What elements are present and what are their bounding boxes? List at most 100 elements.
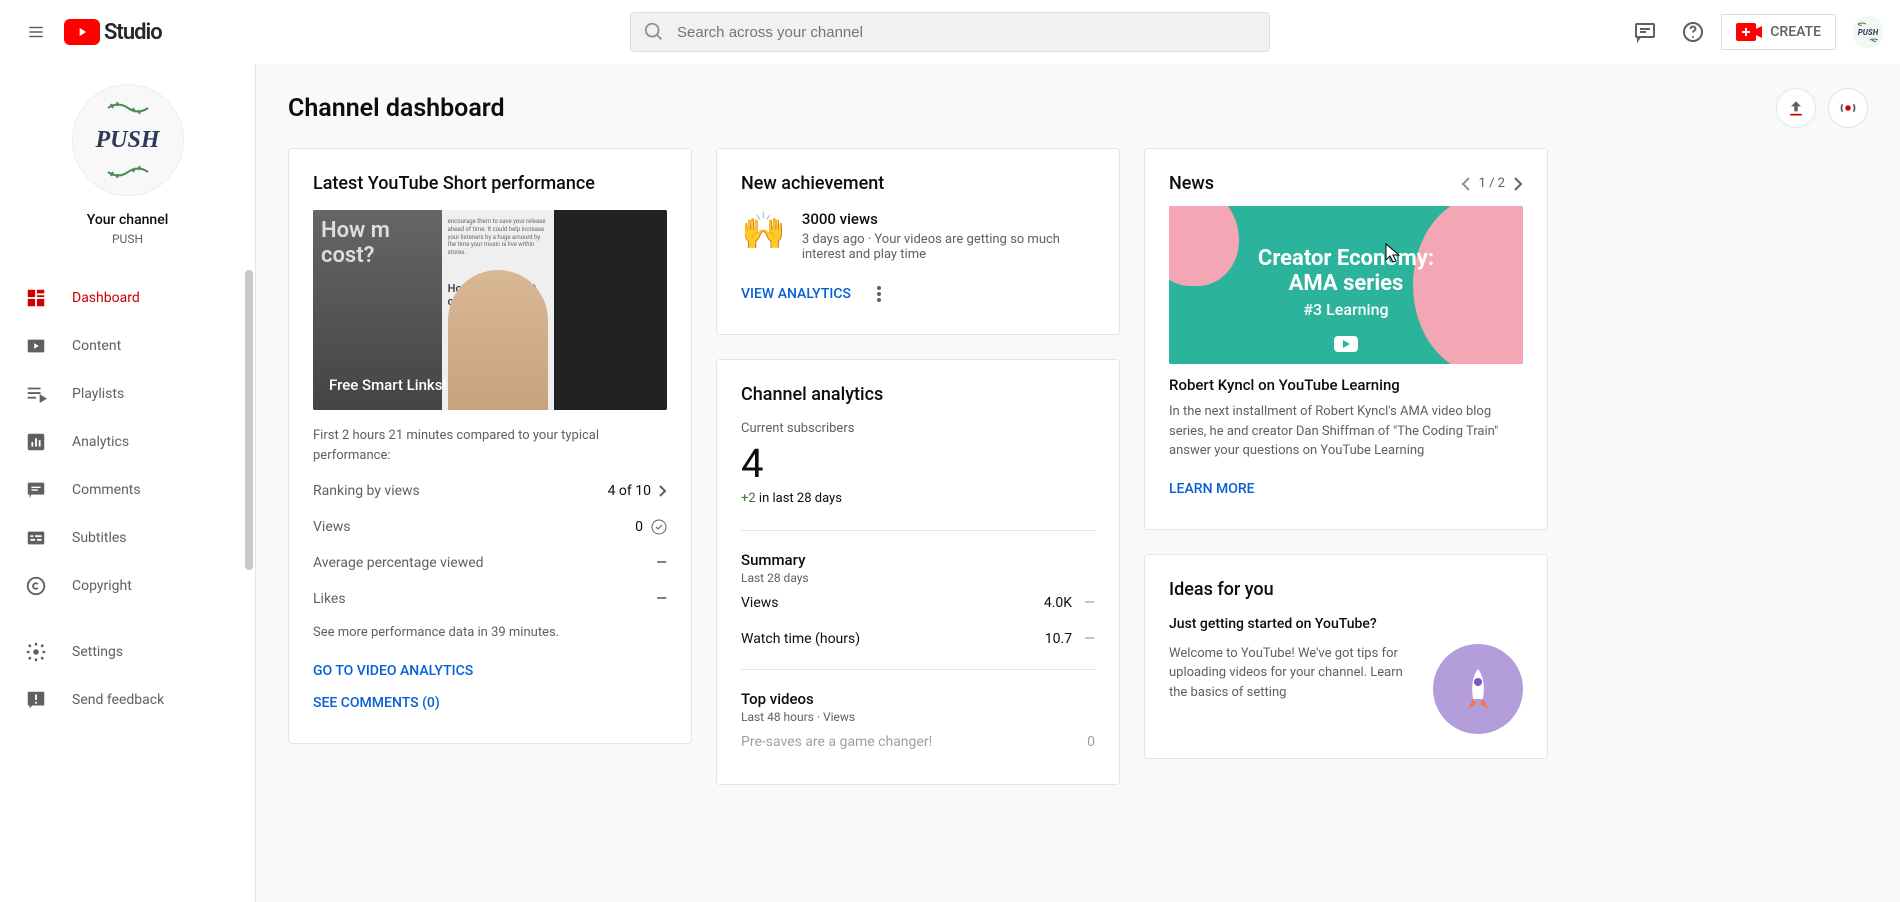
top-videos-sub: Last 48 hours · Views xyxy=(741,710,1095,724)
news-img-line3: #3 Learning xyxy=(1169,300,1523,319)
sidebar-item-playlists[interactable]: Playlists xyxy=(0,370,255,418)
current-subs-label: Current subscribers xyxy=(741,421,1095,436)
thumbnail-title: Free Smart Links! xyxy=(329,376,446,394)
main-content: Channel dashboard Latest YouTube Short p… xyxy=(256,64,1900,902)
news-body: In the next installment of Robert Kyncl'… xyxy=(1169,402,1523,461)
card-title: Latest YouTube Short performance xyxy=(313,173,667,194)
leaf-icon xyxy=(103,99,153,117)
view-analytics-link[interactable]: VIEW ANALYTICS xyxy=(741,278,851,310)
sidebar-item-comments[interactable]: Comments xyxy=(0,466,255,514)
sidebar-item-feedback[interactable]: Send feedback xyxy=(0,676,255,724)
sidebar-item-settings[interactable]: Settings xyxy=(0,628,255,676)
channel-name: PUSH xyxy=(112,232,143,246)
sidebar-item-dashboard[interactable]: Dashboard xyxy=(0,274,255,322)
card-title: Channel analytics xyxy=(741,384,1095,405)
stat-row-ranking[interactable]: Ranking by views 4 of 10 xyxy=(313,473,667,509)
svg-text:PUSH: PUSH xyxy=(1858,28,1879,37)
news-prev-button[interactable] xyxy=(1461,177,1471,191)
chat-icon[interactable] xyxy=(1625,12,1665,52)
logo-text: Studio xyxy=(104,20,162,45)
summary-title: Summary xyxy=(741,551,1095,569)
top-video-value: 0 xyxy=(1087,734,1095,750)
sidebar-item-content[interactable]: Content xyxy=(0,322,255,370)
sidebar-item-label: Analytics xyxy=(72,434,129,450)
scrollbar-thumb[interactable] xyxy=(245,270,253,570)
video-thumbnail[interactable]: How mcost? encourage them to save your r… xyxy=(313,210,667,410)
subtitles-icon xyxy=(24,527,48,549)
card-title: Ideas for you xyxy=(1169,579,1523,600)
create-button[interactable]: CREATE xyxy=(1721,14,1836,50)
go-live-button[interactable] xyxy=(1828,88,1868,128)
content-icon xyxy=(24,335,48,357)
feedback-icon xyxy=(24,689,48,711)
stat-value: 0 xyxy=(635,519,643,535)
more-icon[interactable] xyxy=(867,282,891,306)
card-title: News xyxy=(1169,173,1214,194)
page-title: Channel dashboard xyxy=(288,94,505,123)
chevron-right-icon xyxy=(659,485,667,497)
comments-icon xyxy=(24,479,48,501)
your-channel-label: Your channel xyxy=(87,212,169,228)
summary-sub: Last 28 days xyxy=(741,571,1095,585)
thumb-tiny-text: encourage them to save your release ahea… xyxy=(448,218,549,257)
top-videos-title: Top videos xyxy=(741,690,1095,708)
metric-row-watch: Watch time (hours) 10.7— xyxy=(741,621,1095,657)
sidebar-item-label: Playlists xyxy=(72,386,124,402)
news-next-button[interactable] xyxy=(1513,177,1523,191)
account-avatar[interactable]: PUSH xyxy=(1852,16,1884,48)
help-icon[interactable] xyxy=(1673,12,1713,52)
news-headline: Robert Kyncl on YouTube Learning xyxy=(1169,376,1523,394)
see-more-text: See more performance data in 39 minutes. xyxy=(313,623,667,643)
sidebar-item-copyright[interactable]: Copyright xyxy=(0,562,255,610)
go-to-video-analytics-link[interactable]: GO TO VIDEO ANALYTICS xyxy=(313,655,473,687)
dashboard-icon xyxy=(24,287,48,309)
news-img-line1: Creator Economy: xyxy=(1169,246,1523,271)
achievement-card: New achievement 🙌 3000 views 3 days ago … xyxy=(716,148,1120,335)
top-video-label: Pre-saves are a game changer! xyxy=(741,734,932,750)
search-input[interactable] xyxy=(677,24,1257,41)
sidebar-item-subtitles[interactable]: Subtitles xyxy=(0,514,255,562)
menu-icon[interactable] xyxy=(16,12,56,52)
sidebar-nav: Dashboard Content Playlists Analytics Co… xyxy=(0,266,255,732)
thumb-text: How m xyxy=(321,218,434,243)
news-card: News 1 / 2 Creator Economy: AMA series # xyxy=(1144,148,1548,530)
upload-button[interactable] xyxy=(1776,88,1816,128)
news-img-line2: AMA series xyxy=(1169,271,1523,296)
ideas-body-text: Welcome to YouTube! We've got tips for u… xyxy=(1169,644,1417,734)
top-video-row: Pre-saves are a game changer! 0 xyxy=(741,724,1095,760)
app-header: Studio CREATE PUSH xyxy=(0,0,1900,64)
avatar-text: PUSH xyxy=(95,127,159,154)
youtube-icon xyxy=(1334,336,1358,352)
learn-more-link[interactable]: LEARN MORE xyxy=(1169,473,1255,505)
stat-value: 4 of 10 xyxy=(608,483,651,499)
achievement-subtext: 3 days ago · Your videos are getting so … xyxy=(802,232,1095,262)
sidebar-item-label: Send feedback xyxy=(72,692,164,708)
sidebar-item-label: Copyright xyxy=(72,578,132,594)
check-circle-icon xyxy=(651,519,667,535)
achievement-headline: 3000 views xyxy=(802,210,1095,228)
analytics-icon xyxy=(24,431,48,453)
news-image[interactable]: Creator Economy: AMA series #3 Learning xyxy=(1169,206,1523,364)
sidebar-item-analytics[interactable]: Analytics xyxy=(0,418,255,466)
trend-icon: — xyxy=(1084,595,1095,611)
gear-icon xyxy=(24,641,48,663)
metric-label: Views xyxy=(741,595,779,611)
metric-row-views: Views 4.0K— xyxy=(741,585,1095,621)
sidebar-item-label: Content xyxy=(72,338,121,354)
stat-label: Likes xyxy=(313,591,346,607)
stat-label: Average percentage viewed xyxy=(313,555,484,571)
sidebar-item-label: Subtitles xyxy=(72,530,127,546)
channel-card: PUSH Your channel PUSH xyxy=(0,64,255,266)
card-title: New achievement xyxy=(741,173,1095,194)
see-comments-link[interactable]: SEE COMMENTS (0) xyxy=(313,687,440,719)
search-box[interactable] xyxy=(630,12,1270,52)
studio-logo[interactable]: Studio xyxy=(64,19,162,45)
sidebar-item-label: Dashboard xyxy=(72,290,140,306)
metric-label: Watch time (hours) xyxy=(741,631,860,647)
stat-label: Ranking by views xyxy=(313,483,420,499)
channel-avatar[interactable]: PUSH xyxy=(72,84,184,196)
sidebar-item-label: Comments xyxy=(72,482,141,498)
hands-icon: 🙌 xyxy=(741,210,786,252)
create-icon xyxy=(1736,23,1762,41)
leaf-icon xyxy=(103,163,153,181)
